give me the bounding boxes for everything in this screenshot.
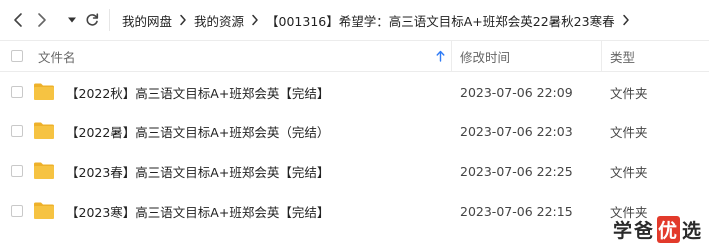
file-name[interactable]: 【2022秋】高三语文目标A+班郑会英【完结】 — [66, 72, 329, 112]
toolbar: 我的网盘 我的资源 【001316】希望学：高三语文目标A+班郑会英22暑秋23… — [0, 0, 709, 40]
breadcrumb-item-current-folder[interactable]: 【001316】希望学：高三语文目标A+班郑会英22暑秋23寒春 — [266, 11, 615, 30]
file-name[interactable]: 【2023春】高三语文目标A+班郑会英【完结】 — [66, 151, 329, 191]
toolbar-divider — [109, 9, 110, 31]
file-row[interactable]: 【2023寒】高三语文目标A+班郑会英【完结】 2023-07-06 22:15… — [0, 191, 709, 231]
column-header-name[interactable]: 文件名 — [38, 41, 76, 71]
watermark-char: 爸 — [633, 220, 655, 242]
breadcrumb: 我的网盘 我的资源 【001316】希望学：高三语文目标A+班郑会英22暑秋23… — [122, 0, 637, 40]
column-header-modified[interactable]: 修改时间 — [460, 41, 510, 71]
row-checkbox[interactable] — [11, 125, 23, 137]
folder-icon — [34, 202, 54, 219]
forward-button[interactable] — [32, 10, 52, 30]
folder-icon — [34, 83, 54, 100]
watermark-char: 学 — [612, 220, 634, 242]
watermark: 学 爸 优 选 — [613, 216, 703, 243]
refresh-icon — [86, 13, 99, 26]
file-row[interactable]: 【2023春】高三语文目标A+班郑会英【完结】 2023-07-06 22:25… — [0, 151, 709, 191]
file-modified-time: 2023-07-06 22:15 — [460, 203, 573, 219]
folder-icon — [34, 162, 54, 179]
file-list-header: 文件名 修改时间 类型 — [0, 40, 709, 72]
file-row[interactable]: 【2022暑】高三语文目标A+班郑会英（完结） 2023-07-06 22:03… — [0, 111, 709, 151]
select-all-checkbox[interactable] — [11, 50, 23, 62]
column-divider[interactable] — [601, 41, 602, 71]
file-modified-time: 2023-07-06 22:09 — [460, 84, 573, 100]
chevron-right-icon[interactable] — [615, 14, 637, 26]
caret-down-icon — [68, 17, 76, 23]
chevron-right-icon — [172, 14, 194, 26]
breadcrumb-item-my-resources[interactable]: 我的资源 — [194, 11, 244, 30]
file-type: 文件夹 — [610, 164, 648, 180]
file-type: 文件夹 — [610, 124, 648, 140]
watermark-char-highlight: 优 — [656, 216, 680, 243]
breadcrumb-item-my-drive[interactable]: 我的网盘 — [122, 11, 172, 30]
file-modified-time: 2023-07-06 22:03 — [460, 123, 573, 139]
chevron-left-icon — [14, 13, 22, 27]
file-modified-time: 2023-07-06 22:25 — [460, 163, 573, 179]
column-header-type[interactable]: 类型 — [610, 41, 635, 71]
row-checkbox[interactable] — [11, 205, 23, 217]
watermark-char: 选 — [681, 220, 703, 242]
chevron-right-icon — [244, 14, 266, 26]
column-divider[interactable] — [451, 41, 452, 71]
file-name[interactable]: 【2023寒】高三语文目标A+班郑会英【完结】 — [66, 191, 329, 231]
refresh-button[interactable] — [82, 10, 102, 30]
history-dropdown-button[interactable] — [62, 10, 82, 30]
back-button[interactable] — [8, 10, 28, 30]
file-browser: 我的网盘 我的资源 【001316】希望学：高三语文目标A+班郑会英22暑秋23… — [0, 0, 709, 245]
file-type: 文件夹 — [610, 85, 648, 101]
row-checkbox[interactable] — [11, 165, 23, 177]
file-name[interactable]: 【2022暑】高三语文目标A+班郑会英（完结） — [66, 111, 329, 151]
folder-icon — [34, 122, 54, 139]
chevron-right-icon — [38, 13, 46, 27]
row-checkbox[interactable] — [11, 86, 23, 98]
sort-ascending-icon[interactable] — [436, 41, 445, 71]
file-row[interactable]: 【2022秋】高三语文目标A+班郑会英【完结】 2023-07-06 22:09… — [0, 72, 709, 112]
